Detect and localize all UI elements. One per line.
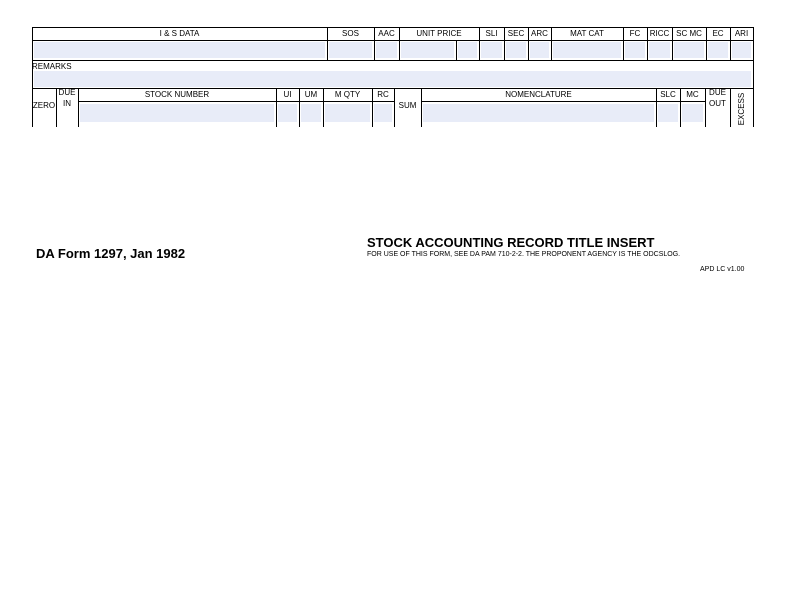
column-header: SOS xyxy=(342,29,359,38)
form-version: APD LC v1.00 xyxy=(700,266,745,273)
column-header: ARC xyxy=(531,29,548,38)
rule-line xyxy=(32,60,754,61)
rule-line xyxy=(421,101,705,102)
column-header: UI xyxy=(283,90,292,99)
rule-line xyxy=(32,40,754,41)
field-input[interactable] xyxy=(301,104,321,122)
field-input[interactable] xyxy=(708,42,728,58)
column-header: UM xyxy=(304,90,318,99)
due-in-label-top: DUE xyxy=(58,88,76,97)
field-input[interactable] xyxy=(34,42,325,58)
field-input[interactable] xyxy=(80,104,274,122)
column-header: SC MC xyxy=(676,29,702,38)
field-input[interactable] xyxy=(732,42,751,58)
unit-price-cents-field[interactable] xyxy=(458,42,477,58)
due-in-label-bottom: IN xyxy=(63,99,71,108)
rule-line xyxy=(78,101,394,102)
rule-line xyxy=(753,27,754,60)
column-header: MC xyxy=(686,90,699,99)
field-input[interactable] xyxy=(329,42,372,58)
field-input[interactable] xyxy=(506,42,526,58)
column-header: M QTY xyxy=(334,90,361,99)
column-header: I & S DATA xyxy=(159,29,200,38)
column-header: FC xyxy=(629,29,641,38)
unit-price-dollars-field[interactable] xyxy=(401,42,454,58)
column-header: MAT CAT xyxy=(570,29,604,38)
remarks-field[interactable] xyxy=(34,71,751,87)
field-input[interactable] xyxy=(649,42,670,58)
slc-field[interactable] xyxy=(658,104,678,122)
field-input[interactable] xyxy=(530,42,549,58)
column-header: RC xyxy=(377,90,389,99)
form-instructions: FOR USE OF THIS FORM, SEE DA PAM 710-2-2… xyxy=(367,251,681,258)
sum-label: SUM xyxy=(398,101,417,110)
column-header: EC xyxy=(712,29,724,38)
field-input[interactable] xyxy=(325,104,370,122)
column-header: AAC xyxy=(378,29,395,38)
excess-label: EXCESS xyxy=(737,92,746,126)
zero-label: ZERO xyxy=(32,101,56,110)
field-input[interactable] xyxy=(553,42,621,58)
due-out-label-top: DUE xyxy=(709,88,726,97)
column-header: UNIT PRICE xyxy=(416,29,462,38)
field-input[interactable] xyxy=(481,42,502,58)
column-header: RICC xyxy=(649,29,670,38)
field-input[interactable] xyxy=(674,42,704,58)
rule-line xyxy=(730,88,731,127)
column-header: STOCK NUMBER xyxy=(144,90,210,99)
field-input[interactable] xyxy=(625,42,645,58)
due-out-label-bottom: OUT xyxy=(709,99,726,108)
column-header: SLC xyxy=(660,90,676,99)
form-page: I & S DATA SOS AAC UNIT PRICE SLI SEC ARC MAT C… xyxy=(0,0,786,595)
column-header: SEC xyxy=(507,29,525,38)
column-header: ARI xyxy=(734,29,749,38)
nomenclature-field[interactable] xyxy=(423,104,654,122)
rule-line xyxy=(753,60,754,88)
field-input[interactable] xyxy=(376,42,397,58)
rule-line xyxy=(456,40,457,60)
column-header: SLI xyxy=(485,29,498,38)
column-header: NOMENCLATURE xyxy=(505,90,572,99)
mc-field[interactable] xyxy=(682,104,703,122)
field-input[interactable] xyxy=(278,104,297,122)
form-title: STOCK ACCOUNTING RECORD TITLE INSERT xyxy=(367,235,655,250)
form-id: DA Form 1297, Jan 1982 xyxy=(36,246,186,261)
rule-line xyxy=(753,88,754,127)
field-input[interactable] xyxy=(374,104,392,122)
